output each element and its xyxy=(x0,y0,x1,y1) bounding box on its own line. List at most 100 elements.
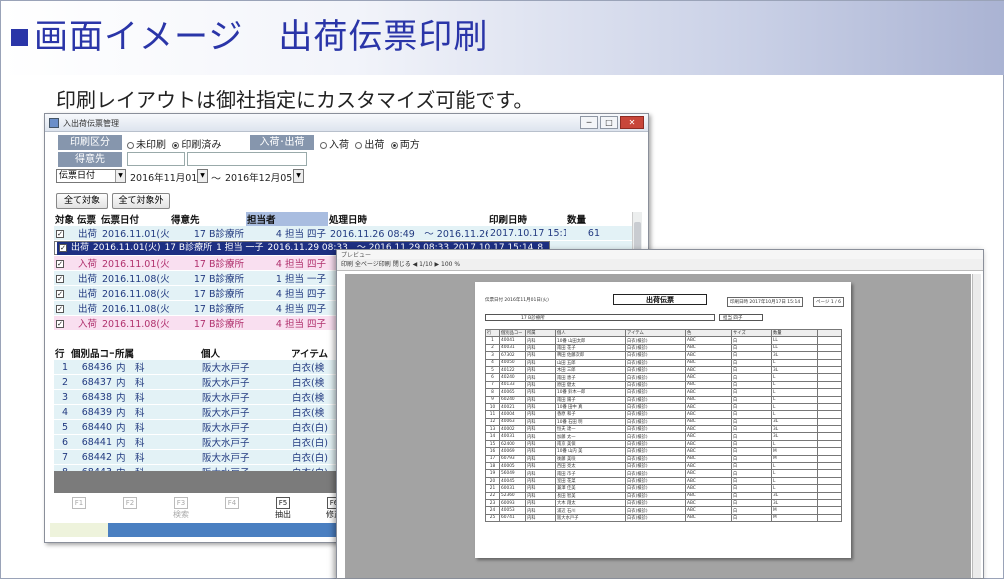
date-to-dropdown[interactable]: ▼ xyxy=(293,169,304,183)
col-header[interactable]: 個人 xyxy=(200,346,290,360)
col-header[interactable]: 得意先 xyxy=(170,212,246,226)
doc-row: 23 60093 内科 大木 翔太 白衣(検診) ABC 白 3L xyxy=(485,498,842,508)
doc-cell: 内科 xyxy=(525,513,556,523)
checkbox-checked-icon[interactable]: ✓ xyxy=(56,289,64,298)
function-key-f1[interactable]: F1 xyxy=(54,495,104,521)
row-checkbox[interactable]: ✓ xyxy=(54,270,76,286)
doc-cell: 10番 田中 真 xyxy=(555,402,626,412)
fkey-label: 検索 xyxy=(173,510,189,519)
date-from-dropdown[interactable]: ▼ xyxy=(197,169,208,183)
window-title: 入出荷伝票管理 xyxy=(63,119,119,128)
doc-cell: 40005 xyxy=(499,462,526,471)
radio-unprinted[interactable]: 未印刷 xyxy=(127,140,166,151)
row-checkbox[interactable]: ✓ xyxy=(54,315,76,331)
doc-cell: LL xyxy=(771,343,818,353)
row-checkbox[interactable]: ✓ xyxy=(54,285,76,301)
slip-kind: 出荷 xyxy=(76,270,100,286)
window-titlebar[interactable]: 入出荷伝票管理 ─ □ ✕ xyxy=(45,114,648,132)
col-header[interactable]: 対象 xyxy=(54,212,76,226)
doc-col-header: 個別品コー xyxy=(499,328,526,338)
doc-row: 18 40005 内科 西田 亮太 白衣(検診) ABC 白 L xyxy=(485,462,842,471)
print-page: 伝票日付 2016年11月01日(火) 出荷伝票 印刷日時 2017年10月17… xyxy=(475,282,851,558)
doc-date: 伝票日付 2016年11月01日(火) xyxy=(485,298,549,303)
doc-cell: 60240 xyxy=(499,395,526,404)
checkbox-checked-icon[interactable]: ✓ xyxy=(56,274,64,283)
col-header[interactable]: 処理日時 xyxy=(328,212,488,226)
slip-row[interactable]: ✓ 出荷 2016.11.01(火) 17 B診療所 4 担当 四子 2016.11.26… xyxy=(54,226,632,241)
doc-cell: 室田 花菜 xyxy=(555,476,626,486)
slip-customer: 17 B診療所 xyxy=(170,285,246,301)
doc-cell: ABC xyxy=(685,498,732,508)
doc-cell: 白 xyxy=(731,454,772,464)
radio-both[interactable]: 両方 xyxy=(390,140,420,151)
doc-cell: 67302 xyxy=(499,351,526,360)
doc-cell: ABC xyxy=(685,513,732,523)
radio-printed[interactable]: 印刷済み xyxy=(172,140,221,151)
detail-code: 68442 xyxy=(70,449,114,465)
select-all-button[interactable]: 全て対象 xyxy=(56,193,108,209)
preview-toolbar[interactable]: 印刷 全ページ印刷 閉じる ◀ 1/10 ▶ 100 % xyxy=(337,259,983,271)
preview-scrollbar[interactable] xyxy=(972,274,981,578)
doc-cell: 白衣(検診) xyxy=(625,506,686,515)
function-key-f2[interactable]: F2 xyxy=(105,495,155,521)
slide-title: 画面イメージ 出荷伝票印刷 xyxy=(11,9,488,58)
row-checkbox[interactable]: ✓ xyxy=(54,255,76,271)
date-to-text[interactable]: 2016年12月05日 xyxy=(225,170,302,184)
checkbox-checked-icon[interactable]: ✓ xyxy=(56,319,64,328)
col-header[interactable]: 担当者 xyxy=(246,212,328,226)
checkbox-checked-icon[interactable]: ✓ xyxy=(56,229,64,238)
doc-cell: 白 xyxy=(731,462,772,471)
function-key-f4[interactable]: F4 xyxy=(207,495,257,521)
date-field-select[interactable]: 伝票日付 ▼ xyxy=(56,169,126,183)
radio-inbound[interactable]: 入荷 xyxy=(320,140,349,151)
doc-cell: 白衣(検診) xyxy=(625,462,686,471)
deselect-all-button[interactable]: 全て対象外 xyxy=(112,193,170,209)
doc-cell: 白 xyxy=(731,506,772,515)
customer-name-input[interactable] xyxy=(187,152,307,166)
col-header[interactable]: アイテム xyxy=(290,346,330,360)
doc-cell: 白 xyxy=(731,395,772,404)
doc-row: 9 60240 内科 南田 陽子 白衣(検診) ABC 白 L xyxy=(485,395,842,404)
maximize-button[interactable]: □ xyxy=(600,116,618,129)
detail-item: 白衣(白) xyxy=(290,419,330,435)
slip-date: 2016.11.08(火) xyxy=(100,315,170,331)
function-key-f3[interactable]: F3 検索 xyxy=(156,495,206,521)
radio-icon xyxy=(127,142,134,149)
doc-cell: 10番 山内 美 xyxy=(555,447,626,456)
col-header[interactable]: 伝票 xyxy=(76,212,100,226)
doc-cell: 3L xyxy=(771,491,818,501)
doc-cell: 白 xyxy=(731,402,772,412)
row-checkbox[interactable]: ✓ xyxy=(57,242,69,256)
doc-cell: 10番 山田太郎 xyxy=(555,336,626,345)
detail-code: 68436 xyxy=(70,360,114,375)
checkbox-checked-icon[interactable]: ✓ xyxy=(59,244,67,253)
customer-code-input[interactable] xyxy=(127,152,185,166)
doc-cell: ABC xyxy=(685,432,732,441)
doc-items-table: 行 個別品コー 所属 個人 アイテム 色 サイズ 数量 1 40041 内科 10番 … xyxy=(485,328,842,523)
detail-line: 4 xyxy=(54,404,70,420)
detail-person: 阪大水戸子 xyxy=(200,360,290,375)
doc-cell: ABC xyxy=(685,373,732,382)
doc-cell: 11 xyxy=(485,410,500,419)
doc-cell: 40004 xyxy=(499,410,526,419)
checkbox-checked-icon[interactable]: ✓ xyxy=(56,259,64,268)
date-from-text[interactable]: 2016年11月01日 xyxy=(130,170,207,184)
radio-outbound[interactable]: 出荷 xyxy=(355,140,384,151)
row-checkbox[interactable]: ✓ xyxy=(54,300,76,316)
col-header[interactable]: 個別品コー xyxy=(70,346,114,360)
doc-cell: 10 xyxy=(485,402,500,412)
col-header[interactable]: 印刷日時 xyxy=(488,212,566,226)
minimize-button[interactable]: ─ xyxy=(580,116,598,129)
function-key-f5[interactable]: F5 抽出 xyxy=(258,495,308,521)
checkbox-checked-icon[interactable]: ✓ xyxy=(56,304,64,313)
slip-kind: 出荷 xyxy=(76,226,100,241)
col-header[interactable]: 行 xyxy=(54,346,70,360)
doc-cell: 内科 xyxy=(525,432,556,441)
col-header[interactable]: 所属 xyxy=(114,346,200,360)
doc-col-header: サイズ xyxy=(731,328,772,338)
col-header[interactable]: 数量 xyxy=(566,212,602,226)
col-header[interactable]: 伝票日付 xyxy=(100,212,170,226)
row-checkbox[interactable]: ✓ xyxy=(54,226,76,241)
close-button[interactable]: ✕ xyxy=(620,116,644,129)
doc-print-date: 印刷日時 2017年10月17日 15:14 xyxy=(727,297,804,307)
